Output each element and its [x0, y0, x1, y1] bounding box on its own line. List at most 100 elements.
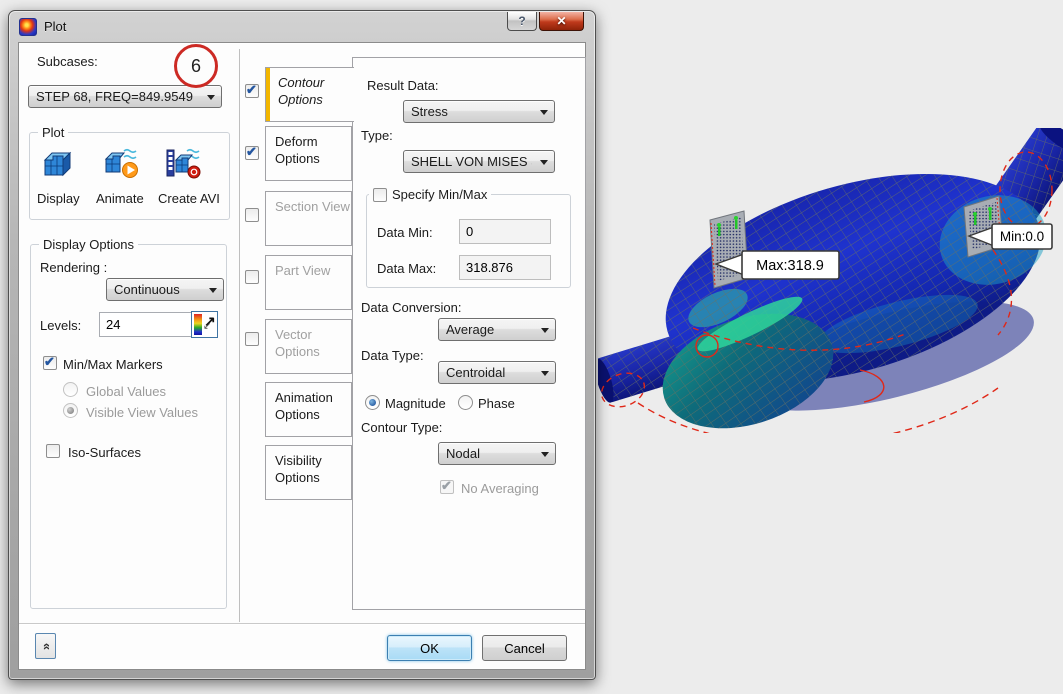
specify-minmax-checkbox[interactable] [373, 187, 387, 202]
minmax-markers-label: Min/Max Markers [63, 357, 163, 372]
tab-deform-options[interactable]: Deform Options [265, 126, 352, 181]
tab-visibility-options[interactable]: Visibility Options [265, 445, 352, 500]
data-conversion-dropdown[interactable]: Average [438, 318, 556, 341]
chevron-down-icon [541, 452, 549, 457]
data-type-label: Data Type: [361, 348, 424, 363]
muffler-body [662, 173, 1047, 429]
data-min-label: Data Min: [377, 225, 433, 240]
close-icon: ✕ [556, 14, 567, 28]
rendering-dropdown[interactable]: Continuous [106, 278, 224, 301]
type-label: Type: [361, 128, 393, 143]
levels-input[interactable] [99, 312, 193, 337]
contour-type-value: Nodal [446, 446, 480, 461]
contour-options-panel: Result Data: Stress Type: SHELL VON MISE… [352, 57, 586, 610]
display-options-title: Display Options [39, 237, 139, 252]
levels-palette-button[interactable]: ↗ ↙ [191, 311, 218, 338]
tab-section-view[interactable]: Section View [265, 191, 352, 246]
levels-label: Levels: [40, 318, 82, 333]
subcases-value: STEP 68, FREQ=849.9549 [36, 89, 193, 104]
phase-radio[interactable] [458, 395, 473, 410]
no-averaging-checkbox[interactable] [440, 478, 454, 494]
vector-options-checkbox[interactable] [245, 332, 259, 346]
annotation-number: 6 [190, 55, 201, 76]
data-conversion-label: Data Conversion: [361, 300, 462, 315]
part-view-checkbox[interactable] [245, 270, 259, 284]
display-button[interactable] [38, 145, 78, 181]
min-marker-label: Min:0.0 [1000, 229, 1044, 244]
specify-minmax-group: Specify Min/Max Data Min: Data Max: [366, 187, 571, 288]
contour-type-label: Contour Type: [361, 420, 443, 435]
cancel-button[interactable]: Cancel [482, 635, 567, 661]
display-plot-icon [43, 151, 72, 177]
animate-button-label: Animate [96, 191, 144, 206]
question-icon: ? [518, 14, 526, 28]
chevron-down-icon [541, 371, 549, 376]
iso-surfaces-checkbox[interactable] [46, 444, 60, 458]
chevron-down-icon [540, 160, 548, 165]
animate-icon [104, 148, 138, 178]
tab-part-view[interactable]: Part View [265, 255, 352, 310]
subcases-label: Subcases: [37, 54, 98, 69]
rendering-label: Rendering : [40, 260, 108, 275]
subcases-dropdown[interactable]: STEP 68, FREQ=849.9549 [28, 85, 222, 108]
panel-divider [239, 49, 240, 622]
plot-group: Plot Display Animate Create AVI [29, 125, 230, 220]
global-values-label: Global Values [86, 384, 166, 399]
data-conversion-value: Average [446, 322, 495, 337]
magnitude-label: Magnitude [385, 396, 446, 411]
plot-group-title: Plot [38, 125, 69, 140]
model-viewport[interactable]: Max:318.9 Min:0.0 [598, 128, 1063, 433]
type-dropdown[interactable]: SHELL VON MISES ST [403, 150, 555, 173]
create-avi-icon [166, 148, 201, 179]
display-options-group: Display Options Rendering : Continuous L… [30, 237, 227, 609]
max-marker-label: Max:318.9 [756, 258, 824, 274]
rendering-value: Continuous [114, 282, 180, 297]
collapse-arrow-icon: ↙ [203, 321, 212, 332]
result-data-value: Stress [411, 104, 448, 119]
window-title: Plot [44, 19, 67, 34]
animate-button[interactable] [102, 145, 142, 181]
contour-options-checkbox[interactable] [245, 82, 259, 98]
double-chevron-up-icon: » [37, 642, 53, 650]
tab-contour-options[interactable]: Contour Options [265, 67, 354, 122]
create-avi-button[interactable] [164, 145, 204, 181]
magnitude-radio[interactable] [365, 395, 380, 410]
result-data-dropdown[interactable]: Stress [403, 100, 555, 123]
contour-plot-app-icon [19, 17, 37, 36]
close-button[interactable]: ✕ [539, 12, 584, 31]
chevron-down-icon [207, 95, 215, 100]
tab-animation-options[interactable]: Animation Options [265, 382, 352, 437]
contour-type-dropdown[interactable]: Nodal [438, 442, 556, 465]
data-type-dropdown[interactable]: Centroidal [438, 361, 556, 384]
annotation-circle: 6 [174, 44, 218, 88]
collapse-dialog-button[interactable]: » [35, 633, 56, 659]
data-max-label: Data Max: [377, 261, 437, 276]
data-type-value: Centroidal [446, 365, 506, 380]
rainbow-gradient-icon [194, 314, 202, 335]
tab-vector-options[interactable]: Vector Options [265, 319, 352, 374]
chevron-down-icon [541, 328, 549, 333]
help-button[interactable]: ? [507, 12, 537, 31]
chevron-down-icon [209, 288, 217, 293]
phase-label: Phase [478, 396, 515, 411]
section-view-checkbox[interactable] [245, 208, 259, 222]
visible-view-values-radio[interactable] [63, 403, 78, 418]
footer-divider [19, 623, 585, 624]
specify-minmax-label: Specify Min/Max [392, 187, 488, 202]
type-value: SHELL VON MISES ST [411, 154, 532, 169]
create-avi-button-label: Create AVI [158, 191, 220, 206]
no-averaging-label: No Averaging [461, 481, 539, 496]
plot-dialog: Plot ? ✕ 6 Subcases: STEP 68, FREQ=849.9… [8, 10, 596, 680]
visible-view-values-label: Visible View Values [86, 405, 199, 420]
minmax-markers-checkbox[interactable] [43, 354, 57, 370]
display-button-label: Display [37, 191, 80, 206]
result-data-label: Result Data: [367, 78, 439, 93]
chevron-down-icon [540, 110, 548, 115]
data-max-input[interactable] [459, 255, 551, 280]
dialog-content: 6 Subcases: STEP 68, FREQ=849.9549 Plot [18, 42, 586, 670]
data-min-input[interactable] [459, 219, 551, 244]
ok-button[interactable]: OK [387, 635, 472, 661]
global-values-radio[interactable] [63, 382, 78, 397]
iso-surfaces-label: Iso-Surfaces [68, 445, 141, 460]
deform-options-checkbox[interactable] [245, 144, 259, 160]
